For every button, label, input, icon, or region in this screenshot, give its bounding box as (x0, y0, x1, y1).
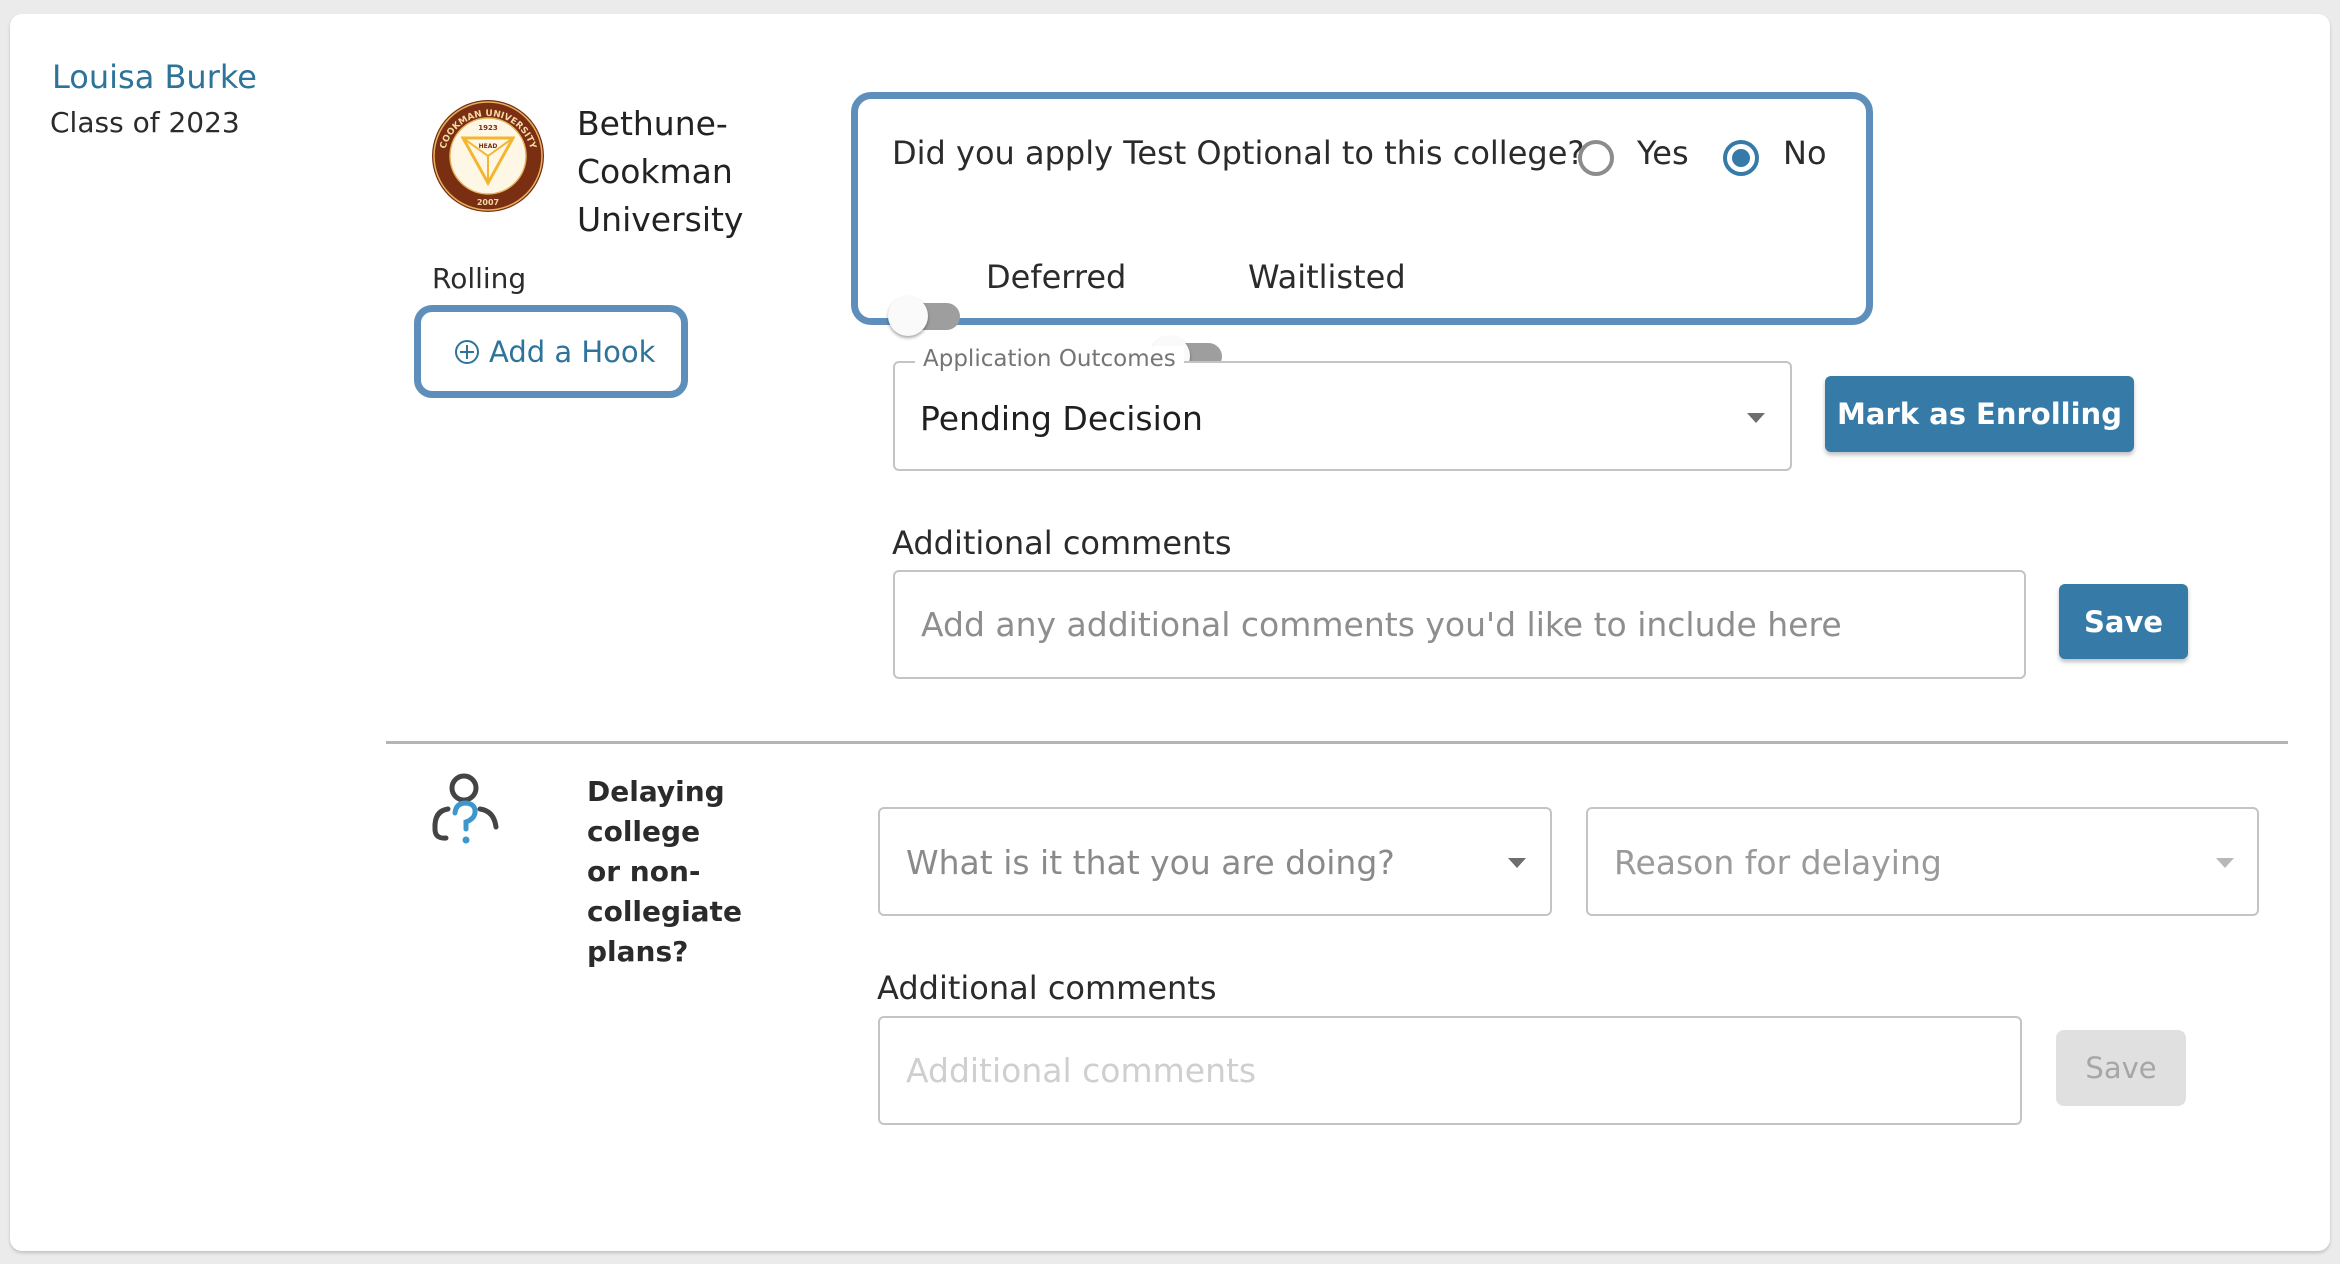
delay-reason-select[interactable]: Reason for delaying (1586, 807, 2259, 916)
application-outcome-legend: Application Outcomes (915, 346, 1184, 372)
person-question-icon (432, 773, 499, 844)
delaying-title: Delaying college or non-collegiate plans… (587, 772, 827, 972)
deferred-toggle[interactable] (888, 296, 962, 336)
radio-yes-label[interactable]: Yes (1637, 134, 1689, 172)
delay-reason-placeholder: Reason for delaying (1614, 843, 1942, 882)
chevron-down-icon (1508, 858, 1526, 868)
activity-select-placeholder: What is it that you are doing? (906, 843, 1395, 882)
deadline-type: Rolling (432, 262, 527, 295)
add-hook-label: Add a Hook (489, 334, 656, 369)
delaying-comments-input[interactable] (878, 1016, 2022, 1125)
radio-no[interactable] (1723, 140, 1759, 176)
application-outcome-value: Pending Decision (920, 399, 1203, 438)
deferred-label: Deferred (986, 258, 1127, 296)
chevron-down-icon (2216, 858, 2234, 868)
section-divider (386, 741, 2288, 744)
student-name-link[interactable]: Louisa Burke (52, 58, 257, 96)
add-hook-button[interactable]: Add a Hook (414, 305, 688, 398)
delaying-title-line: plans? (587, 935, 689, 968)
delaying-title-line: Delaying college (587, 775, 725, 848)
comments-input[interactable] (893, 570, 2026, 679)
delaying-comments-label: Additional comments (877, 969, 1217, 1007)
student-class-year: Class of 2023 (50, 106, 240, 139)
college-name-line: Bethune- (577, 104, 728, 143)
mark-as-enrolling-button[interactable]: Mark as Enrolling (1825, 376, 2134, 452)
college-name-line: Cookman (577, 152, 733, 191)
save-delaying-comments-button[interactable]: Save (2056, 1030, 2186, 1106)
application-outcome-select[interactable]: Application Outcomes Pending Decision (893, 346, 1792, 471)
chevron-down-icon (1747, 413, 1765, 423)
seal-year-bottom: 2007 (477, 198, 499, 207)
university-seal-icon: 1923 HEAD 2007 COOKMAN UNIVERSITY (432, 100, 544, 212)
waitlisted-label: Waitlisted (1248, 258, 1406, 296)
activity-select[interactable]: What is it that you are doing? (878, 807, 1552, 916)
radio-no-label[interactable]: No (1783, 134, 1827, 172)
radio-yes[interactable] (1578, 140, 1614, 176)
college-name: Bethune- Cookman University (577, 100, 777, 244)
toggle-thumb (888, 296, 928, 336)
college-name-line: University (577, 200, 744, 239)
comments-label: Additional comments (892, 524, 1232, 562)
seal-center-text: HEAD (479, 143, 498, 150)
test-optional-question: Did you apply Test Optional to this coll… (892, 134, 1585, 172)
seal-year-top: 1923 (478, 124, 498, 132)
plus-circle-icon (455, 339, 479, 364)
delaying-title-line: or non-collegiate (587, 855, 742, 928)
save-comments-button[interactable]: Save (2059, 584, 2188, 659)
